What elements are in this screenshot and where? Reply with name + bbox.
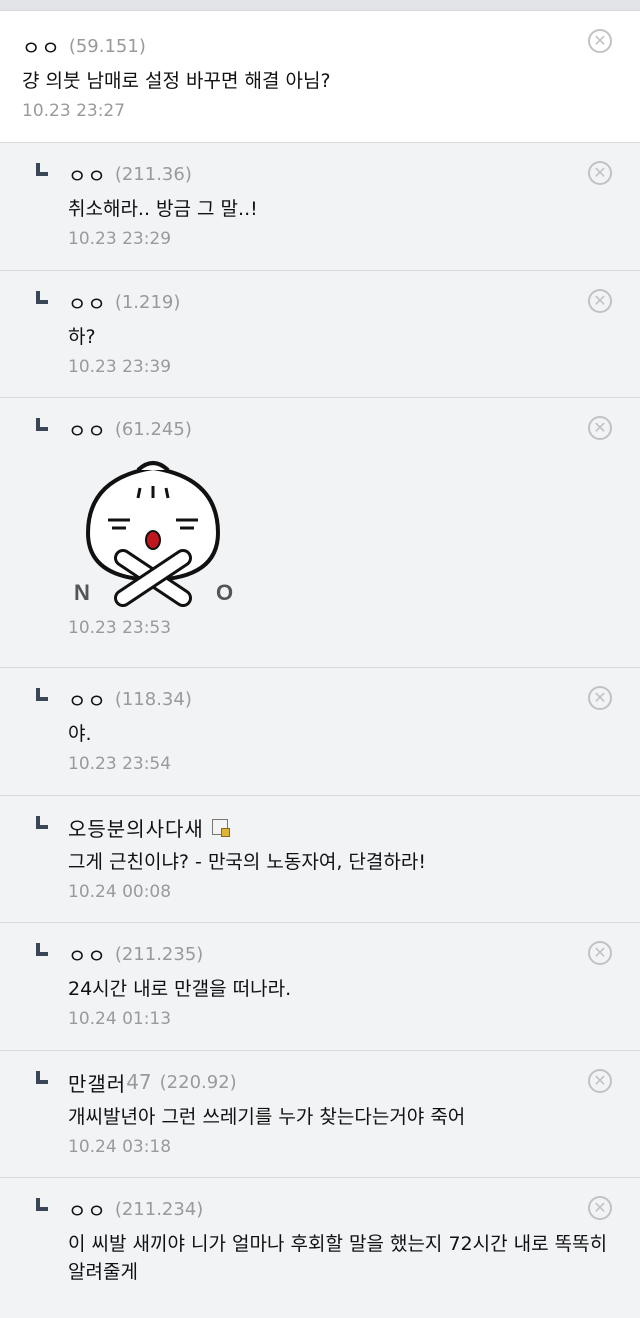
comment-ip: (1.219) [114, 291, 181, 313]
comment-text: 이 씨발 새끼야 니가 얼마나 후회할 말을 했는지 72시간 내로 똑똑히 알… [68, 1233, 608, 1283]
close-circle-icon[interactable]: ✕ [588, 289, 612, 313]
nickname-suffix: 47 [126, 1070, 152, 1094]
comment-item: ㅇㅇ (59.151) 걍 의붓 남매로 설정 바꾸면 해결 아님? 10.23… [0, 11, 640, 143]
reply-item: ㅇㅇ (61.245) N O 10.23 23:53 ✕ [0, 398, 640, 668]
comment-ip: (220.92) [159, 1071, 237, 1093]
close-circle-icon[interactable]: ✕ [588, 1069, 612, 1093]
reply-arrow-icon [36, 688, 48, 701]
comment-text: 그게 근친이냐? - 만국의 노동자여, 단결하라! [68, 851, 426, 873]
comment-date: 10.24 03:18 [68, 1137, 172, 1157]
reply-item: 만갤러 47 (220.92) 개씨발년아 그런 쓰레기를 누가 찾는다는거야 죽… [0, 1051, 640, 1178]
comment-ip: (211.235) [114, 943, 204, 965]
comment-ip: (118.34) [114, 688, 192, 710]
comment-text: 걍 의붓 남매로 설정 바꾸면 해결 아님? [22, 70, 331, 92]
comment-nickname[interactable]: ㅇㅇ [68, 160, 107, 189]
reply-item: ㅇㅇ (1.219) 하? 10.23 23:39 ✕ [0, 271, 640, 398]
reply-arrow-icon [36, 163, 48, 176]
reply-arrow-icon [36, 291, 48, 304]
comment-text: 24시간 내로 만갤을 떠나라. [68, 978, 292, 1000]
reply-arrow-icon [36, 1071, 48, 1084]
top-divider [0, 0, 640, 11]
comment-text: 하? [68, 326, 96, 348]
comment-nickname[interactable]: 만갤러 [68, 1068, 126, 1097]
comment-date: 10.23 23:54 [68, 754, 172, 774]
close-circle-icon[interactable]: ✕ [588, 686, 612, 710]
comment-ip: (61.245) [114, 418, 192, 440]
reply-item: ㅇㅇ (211.235) 24시간 내로 만갤을 떠나라. 10.24 01:1… [0, 923, 640, 1051]
close-circle-icon[interactable]: ✕ [588, 29, 612, 53]
comment-ip: (211.36) [114, 163, 192, 185]
reply-arrow-icon [36, 418, 48, 431]
comment-text: 야. [68, 723, 92, 745]
comment-date: 10.24 01:13 [68, 1009, 172, 1029]
reply-item: ㅇㅇ (211.36) 취소해라.. 방금 그 말..! 10.23 23:29… [0, 143, 640, 271]
close-circle-icon[interactable]: ✕ [588, 161, 612, 185]
comment-nickname[interactable]: 오등분의사다새 [68, 813, 204, 842]
close-circle-icon[interactable]: ✕ [588, 941, 612, 965]
comment-nickname[interactable]: ㅇㅇ [68, 415, 107, 444]
dumpling-no-sticker: N O [74, 461, 233, 607]
comment-nickname[interactable]: ㅇㅇ [68, 1195, 107, 1224]
reply-item: ㅇㅇ (211.234) 이 씨발 새끼야 니가 얼마나 후회할 말을 했는지 … [0, 1178, 640, 1318]
close-circle-icon[interactable]: ✕ [588, 416, 612, 440]
comment-date: 10.23 23:27 [22, 101, 126, 121]
sticker-letter-left: N [74, 580, 90, 605]
comment-date: 10.23 23:53 [68, 618, 172, 638]
close-circle-icon[interactable]: ✕ [588, 1196, 612, 1220]
comment-nickname[interactable]: ㅇㅇ [68, 685, 107, 714]
comment-nickname[interactable]: ㅇㅇ [68, 288, 107, 317]
comment-date: 10.24 00:08 [68, 882, 172, 902]
sticker-letter-right: O [216, 580, 233, 605]
reply-arrow-icon [36, 943, 48, 956]
gallog-icon[interactable] [211, 819, 230, 837]
comment-nickname[interactable]: ㅇㅇ [68, 940, 107, 969]
reply-arrow-icon [36, 1198, 48, 1211]
comment-ip: (59.151) [68, 35, 146, 57]
comment-date: 10.23 23:29 [68, 229, 172, 249]
reply-item: 오등분의사다새 그게 근친이냐? - 만국의 노동자여, 단결하라! 10.24… [0, 796, 640, 923]
reply-item: ㅇㅇ (118.34) 야. 10.23 23:54 ✕ [0, 668, 640, 796]
comment-date: 10.23 23:39 [68, 357, 172, 377]
reply-arrow-icon [36, 816, 48, 829]
comment-text: 개씨발년아 그런 쓰레기를 누가 찾는다는거야 죽어 [68, 1106, 466, 1128]
comment-nickname[interactable]: ㅇㅇ [22, 32, 61, 61]
comment-ip: (211.234) [114, 1198, 204, 1220]
comment-text: 취소해라.. 방금 그 말..! [68, 198, 258, 220]
